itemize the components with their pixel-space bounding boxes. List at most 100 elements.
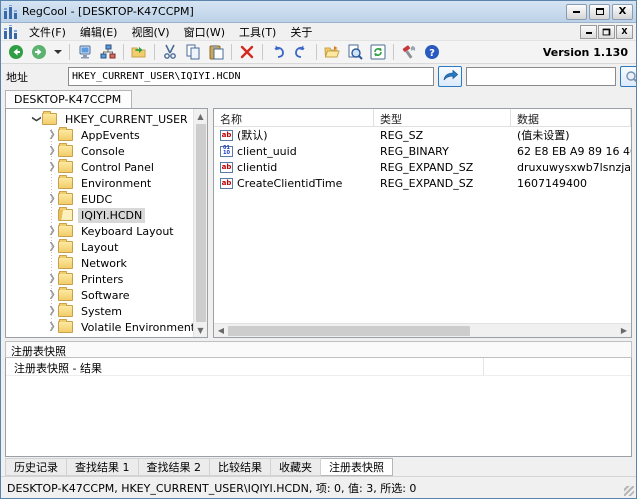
chevron-collapsed-icon[interactable]: ❯ [46,289,58,301]
tab-find-results-2[interactable]: 查找结果 2 [139,458,211,476]
menu-view[interactable]: 视图(V) [124,22,176,42]
registry-tree: ❯ HKEY_CURRENT_USER ❯ AppEvents ❯ Consol… [6,109,193,337]
chevron-collapsed-icon[interactable]: ❯ [46,225,58,237]
scroll-left-icon[interactable]: ◀ [214,324,228,338]
folder-icon [58,241,73,253]
minimize-button[interactable] [566,4,587,20]
menu-tools[interactable]: 工具(T) [232,22,283,42]
chevron-collapsed-icon[interactable]: ❯ [46,161,58,173]
back-button[interactable] [5,42,27,62]
regcool-logo-icon [4,5,18,19]
chevron-expanded-icon[interactable]: ❯ [30,113,42,125]
chevron-collapsed-icon[interactable]: ❯ [46,129,58,141]
scroll-right-icon[interactable]: ▶ [617,324,631,338]
copy-button[interactable] [182,42,204,62]
copy-icon [185,44,201,60]
version-label: Version 1.130 [543,46,632,59]
mdi-restore-button[interactable] [598,25,615,39]
redo-button[interactable] [290,42,312,62]
column-header-type[interactable]: 类型 [374,109,511,126]
value-row-createclientidtime[interactable]: abCreateClientidTime REG_EXPAND_SZ 16071… [214,175,631,191]
folder-icon [58,161,73,173]
help-button[interactable]: ? [421,42,443,62]
column-header-data[interactable]: 数据 [511,109,631,126]
chevron-collapsed-icon[interactable]: ❯ [46,305,58,317]
refresh-icon [370,44,386,60]
chevron-collapsed-icon[interactable]: ❯ [46,241,58,253]
title-bar[interactable]: RegCool - [DESKTOP-K47CCPM] X [1,1,636,23]
tree-item-layout[interactable]: ❯ Layout [6,239,193,255]
snapshot-results-area[interactable] [6,376,631,456]
scrollbar-thumb[interactable] [196,124,206,322]
paste-button[interactable] [205,42,227,62]
tab-registry-snapshot[interactable]: 注册表快照 [321,458,393,476]
tree-item-network[interactable]: ❯ Network [6,255,193,271]
tree-item-system[interactable]: ❯ System [6,303,193,319]
refresh-button[interactable] [367,42,389,62]
menu-window[interactable]: 窗口(W) [177,22,232,42]
mdi-minimize-button[interactable] [580,25,597,39]
maximize-button[interactable] [589,4,610,20]
quick-search-input[interactable] [466,67,616,86]
jump-to-key-button[interactable] [128,42,150,62]
tree-item-hkey-current-user[interactable]: ❯ HKEY_CURRENT_USER [6,111,193,127]
snapshot-result-column-header[interactable]: 注册表快照 - 结果 [6,358,484,375]
chevron-collapsed-icon[interactable]: ❯ [46,273,58,285]
tree-item-appevents[interactable]: ❯ AppEvents [6,127,193,143]
tree-vertical-scrollbar[interactable]: ▲ ▼ [193,109,207,337]
mdi-close-button[interactable]: X [616,25,633,39]
network-button[interactable] [97,42,119,62]
menu-edit[interactable]: 编辑(E) [73,22,125,42]
value-row-client-uuid[interactable]: 0110client_uuid REG_BINARY 62 E8 EB A9 8… [214,143,631,159]
chevron-collapsed-icon[interactable]: ❯ [46,193,58,205]
tree-item-console[interactable]: ❯ Console [6,143,193,159]
chevron-collapsed-icon[interactable]: ❯ [46,145,58,157]
tab-compare-results[interactable]: 比较结果 [210,458,271,476]
list-horizontal-scrollbar[interactable]: ◀ ▶ [214,323,631,337]
tree-item-volatile-environment[interactable]: ❯ Volatile Environment [6,319,193,335]
scroll-down-icon[interactable]: ▼ [194,323,208,337]
status-bar: DESKTOP-K47CCPM, HKEY_CURRENT_USER\IQIYI… [1,476,636,498]
search-button[interactable] [620,66,637,87]
favorites-folder-button[interactable] [321,42,343,62]
tab-history[interactable]: 历史记录 [5,458,67,476]
tree-item-eudc[interactable]: ❯ EUDC [6,191,193,207]
menu-about[interactable]: 关于 [283,22,319,42]
tools-button[interactable] [398,42,420,62]
scroll-up-icon[interactable]: ▲ [194,109,208,123]
menu-file[interactable]: 文件(F) [22,22,73,42]
delete-icon [240,45,254,59]
tab-favorites[interactable]: 收藏夹 [271,458,321,476]
tree-item-keyboard-layout[interactable]: ❯ Keyboard Layout [6,223,193,239]
address-label: 地址 [6,69,64,85]
snapshot-header: 注册表快照 - 结果 [6,358,631,376]
value-row-default[interactable]: ab(默认) REG_SZ (值未设置) [214,127,631,143]
cut-icon [162,44,178,60]
scrollbar-thumb[interactable] [228,326,470,336]
tree-item-iqiyi-hcdn[interactable]: ❯ IQIYI.HCDN [6,207,193,223]
value-row-clientid[interactable]: abclientid REG_EXPAND_SZ druxuwysxwb7lsn… [214,159,631,175]
delete-button[interactable] [236,42,258,62]
forward-button[interactable] [28,42,50,62]
resize-grip[interactable] [624,486,634,496]
go-button[interactable] [438,66,462,87]
tree-item-control-panel[interactable]: ❯ Control Panel [6,159,193,175]
find-button[interactable] [344,42,366,62]
cut-button[interactable] [159,42,181,62]
chevron-collapsed-icon[interactable]: ❯ [46,321,58,333]
tree-item-printers[interactable]: ❯ Printers [6,271,193,287]
tab-find-results-1[interactable]: 查找结果 1 [67,458,139,476]
close-button[interactable]: X [612,4,633,20]
snapshot-caption[interactable]: 注册表快照 [5,341,632,358]
connect-computer-button[interactable] [74,42,96,62]
go-arrow-icon [443,70,458,83]
tree-item-software[interactable]: ❯ Software [6,287,193,303]
computer-icon [77,44,93,60]
tab-desktop-k47ccpm[interactable]: DESKTOP-K47CCPM [5,90,132,108]
tree-item-environment[interactable]: ❯ Environment [6,175,193,191]
undo-button[interactable] [267,42,289,62]
address-input[interactable] [68,67,434,86]
column-header-name[interactable]: 名称 [214,109,374,126]
mdi-child-icon[interactable] [4,25,18,39]
history-dropdown-button[interactable] [51,42,65,62]
